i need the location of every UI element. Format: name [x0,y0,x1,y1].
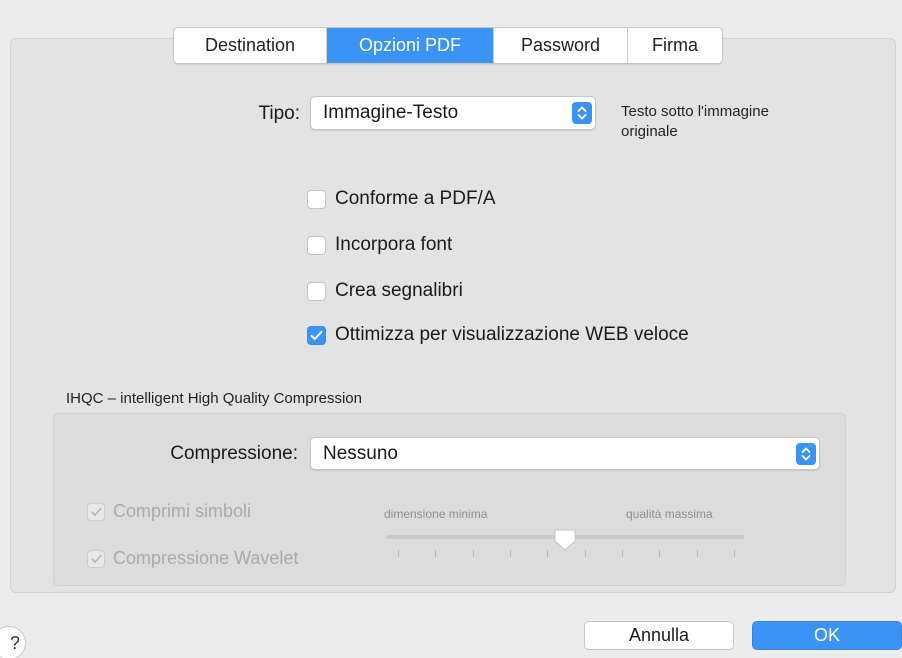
checkmark-icon [90,554,102,563]
ihqc-section-title: IHQC – intelligent High Quality Compress… [66,390,362,407]
slider-tick [398,550,399,557]
select-stepper-icon [572,102,592,124]
tipo-description-line2: originale [621,123,678,140]
slider-tick [547,550,548,557]
tab-destination[interactable]: Destination [174,28,327,63]
quality-slider-knob[interactable] [552,527,578,558]
checkbox-pdfa[interactable] [307,189,326,209]
slider-tick [659,550,660,557]
tab-opzioni-pdf[interactable]: Opzioni PDF [327,28,494,63]
checkbox-bookmarks[interactable] [307,281,326,301]
option-pdfa[interactable]: Conforme a PDF/A [307,188,496,210]
slider-tick [622,550,623,557]
slider-tick [585,550,586,557]
tipo-select[interactable]: Immagine-Testo [310,96,596,130]
tipo-description: Testo sotto l'immagine originale [621,102,769,142]
select-stepper-icon [796,442,816,465]
compression-select[interactable]: Nessuno [310,437,820,470]
option-compress-symbols[interactable]: Comprimi simboli [87,501,251,522]
wavelet-label: Compressione Wavelet [113,548,299,568]
checkbox-compress-symbols[interactable] [87,502,105,521]
slider-tick [510,550,511,557]
checkmark-icon [90,507,102,516]
tab-bar: Destination Opzioni PDF Password Firma [173,27,723,64]
tipo-label: Tipo: [258,103,300,124]
checkmark-icon [310,330,323,340]
slider-tick [734,550,735,557]
option-web-optimize[interactable]: Ottimizza per visualizzazione WEB veloce [307,324,689,346]
option-wavelet[interactable]: Compressione Wavelet [87,548,298,569]
slider-tick [473,550,474,557]
cancel-button[interactable]: Annulla [584,621,734,650]
help-button[interactable]: ? [0,626,26,658]
ok-button[interactable]: OK [752,621,902,650]
compression-label: Compressione: [170,443,298,464]
compress-symbols-label: Comprimi simboli [113,501,252,521]
slider-tick [697,550,698,557]
slider-tick [435,550,436,557]
tipo-description-line1: Testo sotto l'immagine [621,103,769,120]
checkbox-wavelet[interactable] [87,549,105,568]
checkbox-web-optimize[interactable] [307,325,326,345]
slider-min-label: dimensione minima [384,507,488,521]
option-web-optimize-label: Ottimizza per visualizzazione WEB veloce [335,324,689,345]
option-embed-fonts-label: Incorpora font [335,234,453,255]
tab-firma[interactable]: Firma [628,28,722,63]
option-embed-fonts[interactable]: Incorpora font [307,234,452,256]
option-bookmarks-label: Crea segnalibri [335,280,463,301]
compression-select-value: Nessuno [323,442,398,464]
slider-max-label: qualità massima [626,507,713,521]
option-pdfa-label: Conforme a PDF/A [335,188,496,209]
tipo-select-value: Immagine-Testo [323,102,459,123]
checkbox-embed-fonts[interactable] [307,235,326,255]
tab-password[interactable]: Password [494,28,628,63]
option-bookmarks[interactable]: Crea segnalibri [307,280,463,302]
